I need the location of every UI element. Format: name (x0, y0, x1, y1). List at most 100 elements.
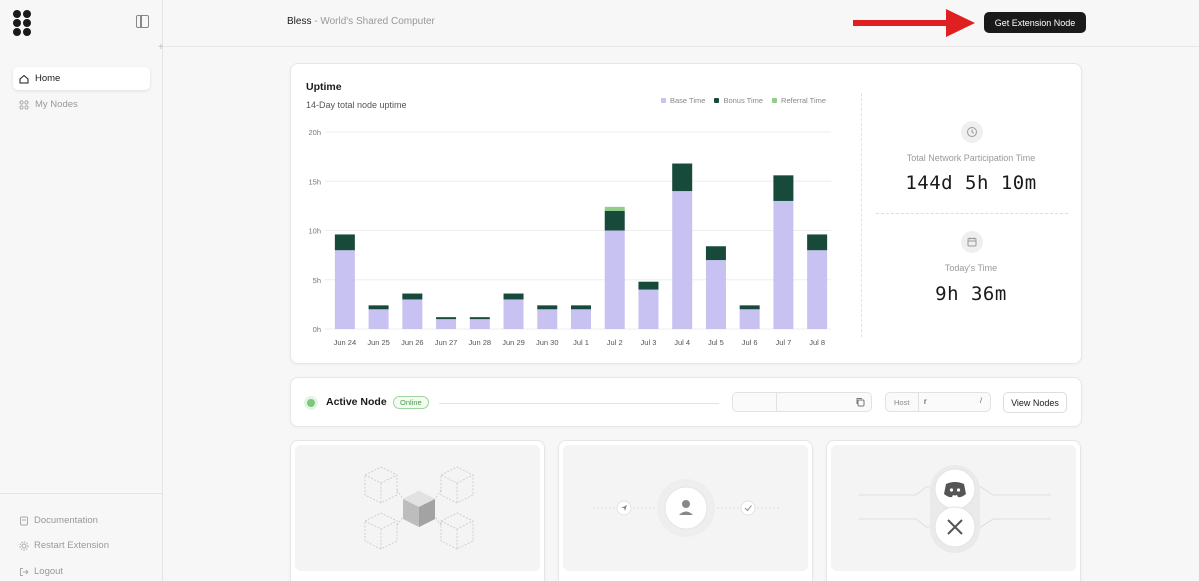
today-value: 9h 36m (935, 283, 1007, 305)
bar-segment-bonus-time (537, 305, 558, 310)
card-illustration (295, 445, 540, 571)
field-divider (918, 393, 919, 411)
y-tick-label: 0h (313, 325, 321, 334)
brand-name: Bless (287, 16, 312, 27)
sidebar-item-label: Home (35, 73, 61, 84)
sidebar: + Home My Nodes Documentation Restart Ex… (0, 0, 164, 581)
bless-logo[interactable] (13, 10, 33, 36)
nodes-icon (19, 99, 29, 110)
bar-segment-base-time (334, 250, 355, 329)
bar-segment-base-time (807, 250, 828, 329)
x-tick-label: Jul 3 (641, 338, 657, 347)
bar-segment-base-time (469, 319, 490, 329)
bar-segment-bonus-time (672, 163, 693, 192)
bar-segment-base-time (638, 289, 659, 329)
bar-segment-bonus-time (402, 293, 423, 300)
bar-segment-bonus-time (368, 305, 389, 310)
sidebar-item-label: Restart Extension (34, 540, 109, 551)
x-tick-label: Jun 28 (469, 338, 492, 347)
x-tick-label: Jul 7 (775, 338, 791, 347)
feature-card-cubes (290, 440, 545, 581)
document-icon (20, 516, 28, 525)
stats-divider (861, 93, 862, 337)
top-header: Bless - World's Shared Computer Get Exte… (163, 0, 1199, 47)
card-illustration (831, 445, 1076, 571)
x-tick-label: Jul 8 (809, 338, 825, 347)
x-tick-label: Jul 4 (674, 338, 690, 347)
bar-segment-base-time (739, 309, 760, 329)
logout-icon (20, 567, 29, 576)
social-illustration-icon (859, 465, 1051, 553)
y-tick-label: 5h (313, 276, 321, 285)
x-tick-label: Jun 30 (536, 338, 559, 347)
home-icon (19, 74, 29, 83)
sidebar-item-label: My Nodes (35, 99, 78, 110)
x-tick-label: Jun 25 (367, 338, 390, 347)
calendar-icon (961, 231, 983, 253)
y-tick-label: 10h (308, 227, 321, 236)
sidebar-item-my-nodes[interactable]: My Nodes (13, 93, 150, 116)
uptime-card: Uptime 14-Day total node uptime Base Tim… (290, 63, 1082, 364)
brand: Bless - World's Shared Computer (287, 16, 435, 27)
bar-segment-base-time (773, 200, 794, 329)
bar-segment-base-time (604, 230, 625, 329)
sidebar-item-restart-extension[interactable]: Restart Extension (19, 540, 109, 551)
get-extension-node-button[interactable]: Get Extension Node (984, 12, 1086, 33)
bar-segment-bonus-time (773, 175, 794, 201)
red-arrow-icon (853, 9, 975, 37)
sidebar-item-logout[interactable]: Logout (19, 566, 63, 577)
bar-segment-base-time (705, 260, 726, 329)
sidebar-item-home[interactable]: Home (13, 67, 150, 90)
sidebar-divider (0, 493, 163, 494)
uptime-bar-chart: 0h 5h 10h 15h 20h Jun 24 Jun 25 Jun 26 Jun 27 Jun… (308, 128, 831, 347)
node-id-field[interactable] (732, 392, 872, 412)
host-label: Host (894, 398, 910, 407)
brand-tagline: - World's Shared Computer (311, 16, 435, 27)
x-tick-label: Jun 26 (401, 338, 424, 347)
copy-icon[interactable] (855, 397, 865, 407)
bar-segment-referral-time (604, 206, 625, 211)
x-tick-label: Jul 6 (742, 338, 758, 347)
status-dot-icon (307, 399, 315, 407)
x-tick-label: Jun 27 (435, 338, 458, 347)
bar-segment-bonus-time (571, 305, 591, 310)
bar-segment-bonus-time (503, 293, 524, 300)
status-badge: Online (393, 396, 429, 409)
bar-segment-bonus-time (436, 317, 457, 320)
discord-icon (944, 482, 966, 498)
view-nodes-button[interactable]: View Nodes (1003, 392, 1067, 413)
bar-segment-base-time (672, 191, 693, 329)
active-node-card: Active Node Online Host r / View Nodes (290, 377, 1082, 427)
active-node-title: Active Node (326, 396, 387, 408)
chevron-down-icon: / (980, 398, 982, 405)
collapse-sidebar-icon[interactable] (136, 15, 149, 28)
sidebar-item-label: Logout (34, 566, 64, 577)
card-illustration (563, 445, 808, 571)
participation-value: 144d 5h 10m (905, 172, 1037, 194)
profile-illustration-icon (593, 479, 780, 537)
x-tick-label: Jun 24 (334, 338, 357, 347)
y-tick-label: 15h (308, 177, 321, 186)
field-divider (776, 393, 777, 411)
x-tick-label: Jul 2 (607, 338, 623, 347)
bar-segment-base-time (368, 309, 389, 329)
cubes-illustration-icon (364, 466, 474, 550)
bar-segment-base-time (436, 319, 457, 329)
host-select[interactable]: Host r / (885, 392, 991, 412)
y-tick-label: 20h (308, 128, 321, 137)
x-tick-label: Jul 1 (573, 338, 589, 347)
bar-segment-bonus-time (604, 210, 625, 231)
divider-line (439, 403, 719, 404)
bar-segment-bonus-time (638, 281, 659, 290)
bar-segment-base-time (571, 309, 591, 329)
sidebar-item-label: Documentation (34, 515, 98, 526)
bar-segment-bonus-time (739, 305, 760, 310)
feature-card-profile (558, 440, 813, 581)
bar-segment-bonus-time (469, 317, 490, 320)
bar-segment-base-time (503, 299, 524, 329)
today-label: Today's Time (944, 263, 998, 273)
bar-segment-base-time (402, 299, 423, 329)
sidebar-item-documentation[interactable]: Documentation (19, 515, 98, 526)
settings-icon (19, 541, 29, 550)
bar-segment-bonus-time (807, 234, 828, 251)
